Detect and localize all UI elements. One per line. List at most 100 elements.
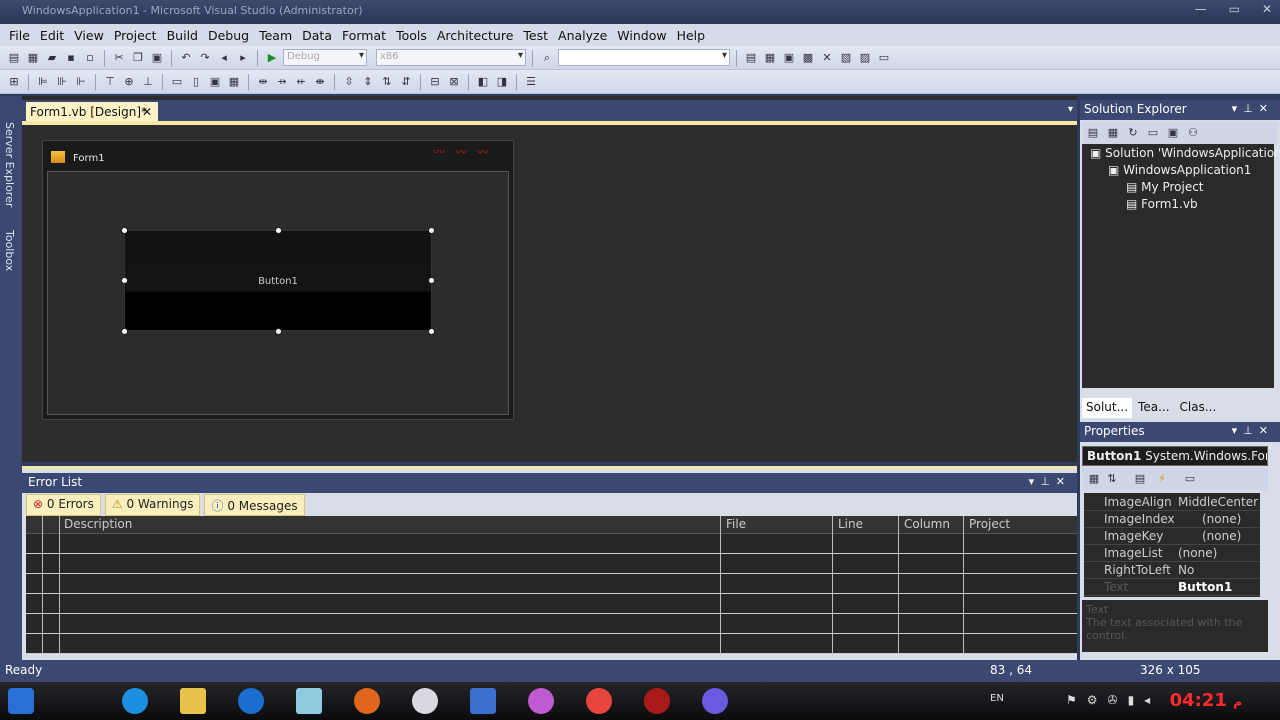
find-combo[interactable] <box>558 49 730 66</box>
start-page-icon[interactable]: ▨ <box>857 50 873 66</box>
align-tops-icon[interactable]: ⊤ <box>102 74 118 90</box>
errors-filter-button[interactable]: ⊗ 0 Errors <box>26 494 101 516</box>
close-button[interactable]: ✕ <box>1262 2 1272 16</box>
resize-handle-sw[interactable] <box>121 328 128 335</box>
property-value[interactable]: (none) <box>1178 546 1217 560</box>
tray-icons[interactable]: ⚑⚙✇▮◂ <box>1066 693 1160 707</box>
clock[interactable]: 04:21 م <box>1170 690 1242 711</box>
property-row[interactable]: ImageIndex (none) <box>1084 511 1260 528</box>
bring-to-front-icon[interactable]: ◧ <box>475 74 491 90</box>
menu-edit[interactable]: Edit <box>35 28 69 43</box>
align-to-grid-icon[interactable]: ⊞ <box>6 74 22 90</box>
tab-solution-explorer[interactable]: Solut... <box>1082 398 1133 418</box>
property-row-selected[interactable]: Text Button1 <box>1084 579 1260 596</box>
resize-handle-nw[interactable] <box>121 227 128 234</box>
network-app-icon[interactable] <box>470 688 496 714</box>
resize-handle-ne[interactable] <box>428 227 435 234</box>
start-debugging-icon[interactable]: ▶ <box>264 50 280 66</box>
property-row[interactable]: ImageKey (none) <box>1084 528 1260 545</box>
app-icon[interactable] <box>296 688 322 714</box>
column-project[interactable]: Project <box>969 517 1010 531</box>
save-icon[interactable]: ▪ <box>63 50 79 66</box>
resize-handle-n[interactable] <box>275 227 282 234</box>
resize-handle-w[interactable] <box>121 277 128 284</box>
refresh-icon[interactable]: ↻ <box>1125 125 1141 141</box>
tab-dropdown-icon[interactable]: ▾ <box>1068 104 1073 115</box>
panel-controls-icon[interactable]: ▾⊥✕ <box>1232 424 1274 437</box>
menu-help[interactable]: Help <box>672 28 711 43</box>
new-project-icon[interactable]: ▤ <box>6 50 22 66</box>
decrease-vertical-spacing-icon[interactable]: ⇅ <box>379 74 395 90</box>
navigate-forward-icon[interactable]: ▸ <box>235 50 251 66</box>
send-to-back-icon[interactable]: ◨ <box>494 74 510 90</box>
tab-order-icon[interactable]: ☰ <box>523 74 539 90</box>
align-rights-icon[interactable]: ⊩ <box>73 74 89 90</box>
property-value[interactable]: (none) <box>1202 512 1241 526</box>
copy-icon[interactable]: ❐ <box>130 50 146 66</box>
table-row[interactable] <box>26 574 1077 594</box>
make-same-width-icon[interactable]: ▭ <box>169 74 185 90</box>
panel-controls-icon[interactable]: ▾⊥✕ <box>1232 102 1274 115</box>
align-bottoms-icon[interactable]: ⊥ <box>140 74 156 90</box>
resize-handle-e[interactable] <box>428 277 435 284</box>
find-in-files-icon[interactable]: ⌕ <box>539 50 555 66</box>
table-row[interactable] <box>26 594 1077 614</box>
menu-test[interactable]: Test <box>518 28 553 43</box>
tree-item-form1[interactable]: ▤ Form1.vb <box>1126 197 1198 211</box>
panel-controls-icon[interactable]: ▾⊥✕ <box>1029 475 1071 488</box>
navigate-back-icon[interactable]: ◂ <box>216 50 232 66</box>
toolbox-icon[interactable]: ▩ <box>800 50 816 66</box>
firefox-icon[interactable] <box>354 688 380 714</box>
property-row[interactable]: ImageList (none) <box>1084 545 1260 562</box>
solution-explorer-icon[interactable]: ▤ <box>743 50 759 66</box>
menu-team[interactable]: Team <box>254 28 297 43</box>
object-browser-icon[interactable]: ▣ <box>781 50 797 66</box>
vertical-spacing-icon[interactable]: ⇳ <box>341 74 357 90</box>
menu-architecture[interactable]: Architecture <box>432 28 519 43</box>
property-value[interactable]: MiddleCenter <box>1178 495 1258 509</box>
app-icon[interactable] <box>412 688 438 714</box>
menu-project[interactable]: Project <box>109 28 162 43</box>
tab-class-view[interactable]: Clas... <box>1175 398 1221 418</box>
chrome-icon[interactable] <box>586 688 612 714</box>
center-vertically-icon[interactable]: ⊠ <box>446 74 462 90</box>
table-row[interactable] <box>26 614 1077 634</box>
property-row[interactable]: ImageAlign MiddleCenter <box>1084 494 1260 511</box>
property-pages-icon[interactable]: ▭ <box>1182 471 1198 487</box>
horizontal-spacing-icon[interactable]: ⇹ <box>255 74 271 90</box>
add-item-icon[interactable]: ▦ <box>25 50 41 66</box>
file-explorer-icon[interactable] <box>180 688 206 714</box>
media-player-icon[interactable] <box>238 688 264 714</box>
align-centers-icon[interactable]: ⊪ <box>54 74 70 90</box>
app-icon[interactable] <box>528 688 554 714</box>
menu-build[interactable]: Build <box>162 28 203 43</box>
properties-view-icon[interactable]: ▤ <box>1132 471 1148 487</box>
server-explorer-tab[interactable]: Server Explorer <box>3 122 16 207</box>
redo-icon[interactable]: ↷ <box>197 50 213 66</box>
class-diagram-icon[interactable]: ⚇ <box>1185 125 1201 141</box>
messages-filter-button[interactable]: ⓘ 0 Messages <box>204 494 305 516</box>
decrease-horizontal-spacing-icon[interactable]: ⇷ <box>293 74 309 90</box>
events-icon[interactable]: ⚡ <box>1154 471 1170 487</box>
toolbox-tab[interactable]: Toolbox <box>3 230 16 271</box>
menu-analyze[interactable]: Analyze <box>553 28 612 43</box>
platform-combo[interactable]: x86 <box>376 49 526 66</box>
column-file[interactable]: File <box>726 517 746 531</box>
cut-icon[interactable]: ✂ <box>111 50 127 66</box>
increase-vertical-spacing-icon[interactable]: ⇕ <box>360 74 376 90</box>
configuration-combo[interactable]: Debug <box>283 49 367 66</box>
menu-window[interactable]: Window <box>612 28 671 43</box>
remove-vertical-spacing-icon[interactable]: ⇵ <box>398 74 414 90</box>
start-button-icon[interactable] <box>8 688 34 714</box>
maximize-button[interactable]: ▭ <box>1229 2 1240 16</box>
property-row[interactable]: RightToLeft No <box>1084 562 1260 579</box>
column-column[interactable]: Column <box>904 517 950 531</box>
recorder-icon[interactable] <box>644 688 670 714</box>
object-selector[interactable]: Button1 System.Windows.Forr <box>1082 446 1268 466</box>
increase-horizontal-spacing-icon[interactable]: ⇸ <box>274 74 290 90</box>
menu-data[interactable]: Data <box>297 28 337 43</box>
button1-control[interactable]: Button1 <box>124 230 432 331</box>
properties-window-icon[interactable]: ▦ <box>762 50 778 66</box>
open-file-icon[interactable]: ▰ <box>44 50 60 66</box>
save-all-icon[interactable]: ▫ <box>82 50 98 66</box>
